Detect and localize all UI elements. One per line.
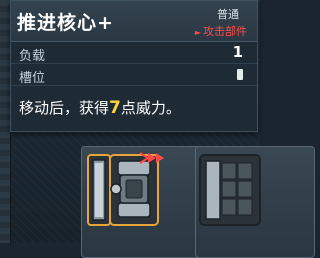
thruster-core-part-icon xyxy=(87,152,164,226)
rarity-label: 普通 xyxy=(217,8,239,21)
part-description: 移动后，获得7点威力。 xyxy=(19,97,181,118)
description-suffix: 点威力。 xyxy=(120,99,181,117)
description-prefix: 移动后，获得 xyxy=(19,99,110,117)
slot-indicator-icon xyxy=(237,69,243,80)
stat-row-slot: 槽位 xyxy=(11,64,257,86)
stat-row-load: 负载 1 xyxy=(11,42,257,64)
part-type-label: 攻击部件 xyxy=(203,25,247,38)
part-type-tag: ► 攻击部件 xyxy=(195,23,247,39)
part-title: 推进核心+ xyxy=(17,8,114,35)
part-card-grid-block[interactable] xyxy=(195,146,315,258)
part-card-thruster-core[interactable] xyxy=(81,146,201,258)
grid-block-part-icon xyxy=(199,154,261,226)
stat-label-load: 负载 xyxy=(19,49,46,64)
part-tooltip-panel: 推进核心+ 普通 ► 攻击部件 负载 1 槽位 移动后，获得7点威力。 xyxy=(10,0,258,132)
upgrade-plus: + xyxy=(97,12,114,34)
stat-value-load: 1 xyxy=(232,43,243,61)
tooltip-header: 推进核心+ 普通 ► 攻击部件 xyxy=(11,1,257,42)
power-amount: 7 xyxy=(109,98,121,118)
stat-label-slot: 槽位 xyxy=(19,71,46,86)
part-title-text: 推进核心 xyxy=(17,12,98,34)
red-triangle-arrow-icon: ► xyxy=(194,28,201,37)
